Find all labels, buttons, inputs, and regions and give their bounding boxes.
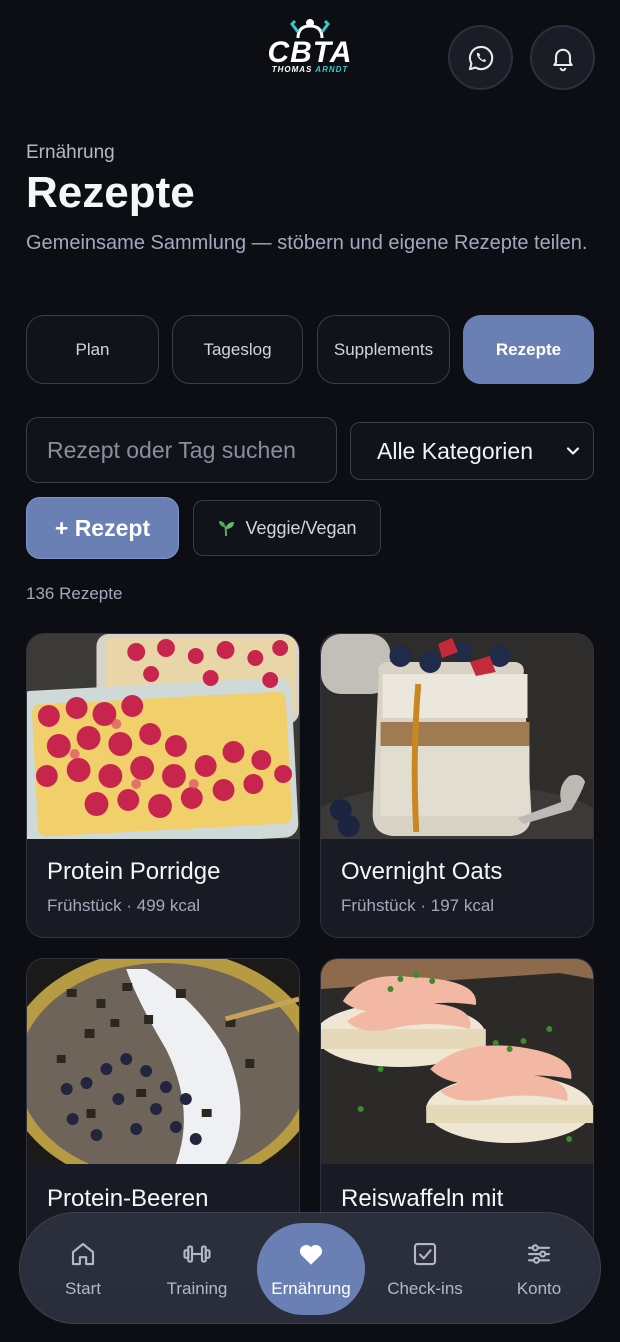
chevron-down-icon: [566, 447, 580, 455]
nav-item-konto[interactable]: Konto: [484, 1213, 594, 1325]
section-eyebrow: Ernährung: [26, 142, 115, 163]
top-bar: CBTA THOMAS ARNDT: [0, 0, 620, 110]
recipe-card[interactable]: Overnight Oats Frühstück · 197 kcal: [320, 633, 594, 938]
checkbox-icon: [413, 1242, 437, 1266]
sprout-icon: [219, 521, 235, 537]
nav-label: Check-ins: [387, 1279, 463, 1298]
recipe-name: Protein-Beeren: [47, 1185, 209, 1212]
nav-item-check-ins[interactable]: Check-ins: [370, 1213, 480, 1325]
tab-rezepte[interactable]: Rezepte: [463, 315, 594, 384]
page-subtitle: Gemeinsame Sammlung — stöbern und eigene…: [26, 232, 588, 254]
recipe-name: Reiswaffeln mit: [341, 1185, 504, 1212]
rice-cake-image: [321, 959, 593, 1164]
search-input[interactable]: [47, 436, 336, 464]
nutrition-tabs: Plan Tageslog Supplements Rezepte: [26, 315, 594, 384]
add-recipe-button[interactable]: + Rezept: [26, 497, 179, 559]
whatsapp-button[interactable]: [448, 25, 513, 90]
whatsapp-icon: [468, 45, 493, 70]
nav-item-training[interactable]: Training: [142, 1213, 252, 1325]
recipe-count: 136 Rezepte: [26, 584, 123, 603]
recipe-search: [26, 417, 337, 483]
nav-label: Konto: [516, 1279, 562, 1298]
logo-subtext: THOMAS ARNDT: [271, 65, 349, 74]
bottom-navigation: Start Training Ernährung Check-ins Konto: [19, 1212, 601, 1324]
nav-label: Start: [65, 1279, 101, 1298]
recipe-name: Protein Porridge: [47, 858, 221, 885]
home-icon: [71, 1242, 95, 1266]
bell-icon: [552, 48, 573, 71]
recipe-card[interactable]: Protein Porridge Frühstück · 499 kcal: [26, 633, 300, 938]
sliders-icon: [527, 1244, 551, 1264]
recipe-meta: Frühstück · 197 kcal: [341, 896, 495, 915]
nav-label: Training: [166, 1279, 228, 1298]
raspberry-porridge-image: [27, 634, 299, 839]
category-selected-value: Alle Kategorien: [377, 437, 533, 464]
nav-item-start[interactable]: Start: [28, 1213, 138, 1325]
nav-label: Ernährung: [271, 1279, 351, 1298]
brand-logo[interactable]: CBTA THOMAS ARNDT: [262, 18, 358, 74]
logo-text: CBTA: [267, 36, 353, 69]
tab-supplements[interactable]: Supplements: [317, 315, 450, 384]
veggie-filter-button[interactable]: Veggie/Vegan: [193, 500, 381, 556]
veggie-filter-label: Veggie/Vegan: [245, 517, 357, 538]
recipe-meta: Frühstück · 499 kcal: [47, 896, 201, 915]
protein-berry-bowl-image: [27, 959, 299, 1164]
dumbbell-icon: [183, 1245, 211, 1263]
tab-tageslog[interactable]: Tageslog: [172, 315, 303, 384]
page-title: Rezepte: [26, 168, 195, 217]
recipe-name: Overnight Oats: [341, 858, 503, 885]
tab-plan[interactable]: Plan: [26, 315, 159, 384]
category-select[interactable]: Alle Kategorien: [350, 422, 594, 480]
notifications-button[interactable]: [530, 25, 595, 90]
heart-icon: [299, 1244, 323, 1265]
nav-item-ernaehrung[interactable]: Ernährung: [257, 1223, 365, 1315]
overnight-oats-image: [321, 634, 593, 839]
